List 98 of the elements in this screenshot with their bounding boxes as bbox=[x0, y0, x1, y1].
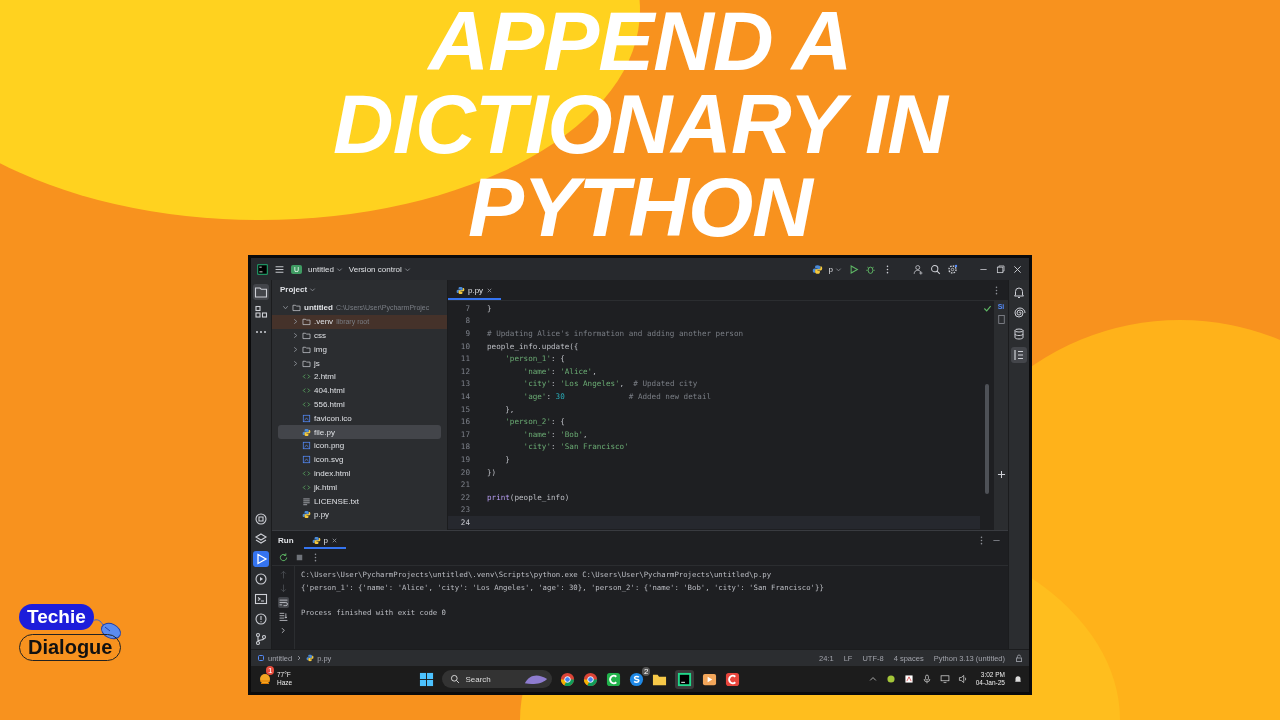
taskbar-search[interactable]: Search bbox=[442, 670, 553, 688]
scrollbar-thumb[interactable] bbox=[985, 384, 989, 494]
spiral-icon[interactable] bbox=[1011, 305, 1027, 321]
code-file-icon bbox=[302, 399, 311, 409]
add-user-icon[interactable] bbox=[913, 263, 924, 275]
run-tab[interactable]: p bbox=[303, 531, 346, 549]
tree-item[interactable]: 556.html bbox=[272, 397, 447, 412]
branch-icon[interactable] bbox=[253, 631, 269, 647]
chevron-up-icon[interactable] bbox=[867, 674, 878, 684]
notification-icon[interactable] bbox=[1013, 674, 1023, 684]
code-file-icon bbox=[302, 386, 311, 396]
app-icon[interactable] bbox=[606, 671, 622, 687]
tree-item[interactable]: icon.svg bbox=[272, 452, 447, 467]
app-logo-icon bbox=[257, 263, 268, 275]
lock-icon[interactable] bbox=[1015, 654, 1023, 662]
python-file-icon bbox=[311, 535, 321, 545]
microphone-icon[interactable] bbox=[921, 674, 932, 684]
close-icon[interactable] bbox=[486, 286, 494, 294]
python-console-icon[interactable] bbox=[253, 511, 269, 527]
image-file-icon bbox=[302, 455, 311, 465]
tray-app-icon[interactable] bbox=[885, 674, 896, 684]
python-file-icon bbox=[302, 510, 311, 520]
tree-item[interactable]: js bbox=[272, 356, 447, 370]
tree-item[interactable]: favicon.ico bbox=[272, 411, 447, 426]
database-icon[interactable] bbox=[1011, 326, 1027, 342]
ide-app-icon[interactable] bbox=[675, 669, 695, 689]
play-icon[interactable] bbox=[848, 263, 859, 275]
browser-icon[interactable] bbox=[583, 671, 599, 687]
logo-pill: Techie bbox=[19, 604, 94, 630]
tree-item[interactable]: css bbox=[272, 328, 447, 343]
video-player-icon[interactable] bbox=[702, 671, 718, 687]
close-icon[interactable] bbox=[331, 536, 338, 544]
computer-mouse-icon bbox=[91, 618, 122, 640]
bell-icon[interactable] bbox=[1011, 284, 1027, 300]
caret-icon bbox=[403, 265, 411, 273]
folder-icon[interactable] bbox=[253, 284, 269, 300]
panel-title[interactable]: Project bbox=[272, 284, 325, 301]
image-file-icon bbox=[302, 441, 311, 451]
tree-item[interactable]: LICENSE.txt bbox=[272, 494, 447, 508]
editor-tab[interactable]: p.py bbox=[448, 280, 502, 300]
terminal-icon[interactable] bbox=[253, 591, 269, 607]
tree-item[interactable]: jk.html bbox=[272, 480, 447, 495]
text-file-icon bbox=[302, 496, 311, 506]
wrap-icon[interactable] bbox=[277, 597, 289, 608]
speaker-icon[interactable] bbox=[957, 674, 968, 684]
panel-title: Run bbox=[278, 535, 294, 545]
run-config-dropdown[interactable]: p bbox=[828, 264, 842, 274]
app-icon[interactable] bbox=[725, 671, 741, 687]
image-file-icon bbox=[302, 413, 311, 423]
tree-item[interactable]: 2.html bbox=[272, 370, 447, 384]
headline: APPEND A bbox=[428, 0, 852, 83]
code-file-icon bbox=[302, 468, 311, 478]
tree-item[interactable]: p.py bbox=[272, 507, 447, 522]
notification-badge: 2 bbox=[642, 666, 651, 676]
plus-icon[interactable] bbox=[995, 469, 1007, 480]
tree-item[interactable]: index.html bbox=[272, 466, 447, 481]
caret-icon bbox=[309, 286, 317, 293]
python-file-icon bbox=[302, 427, 311, 437]
tree-item[interactable]: 404.html bbox=[272, 383, 447, 398]
module-icon bbox=[257, 654, 265, 662]
settings-icon[interactable] bbox=[947, 263, 958, 275]
caret-icon bbox=[335, 265, 343, 273]
python-file-icon bbox=[306, 654, 315, 662]
search-icon[interactable] bbox=[930, 263, 941, 275]
tree-item[interactable]: icon.png bbox=[272, 438, 447, 453]
document-icon[interactable] bbox=[995, 314, 1007, 325]
notification-badge: 1 bbox=[266, 666, 275, 675]
sun-haze-icon[interactable] bbox=[257, 671, 273, 687]
scroll-end-icon[interactable] bbox=[277, 611, 289, 622]
python-icon bbox=[811, 263, 823, 275]
windows-start-icon[interactable] bbox=[419, 671, 435, 687]
menu-icon[interactable] bbox=[274, 263, 285, 275]
project-dropdown[interactable]: untitled bbox=[308, 264, 343, 274]
headline: DICTIONARY IN bbox=[333, 83, 947, 166]
caret-icon bbox=[835, 265, 842, 273]
play-icon[interactable] bbox=[253, 551, 269, 567]
tree-item[interactable]: img bbox=[272, 342, 447, 357]
search-icon bbox=[450, 674, 461, 684]
browser-icon[interactable] bbox=[560, 671, 576, 687]
tree-item[interactable]: file.py bbox=[278, 425, 441, 439]
shapes-icon[interactable] bbox=[253, 304, 269, 320]
python-file-icon bbox=[456, 285, 465, 295]
close-icon[interactable] bbox=[1012, 263, 1023, 275]
warning-icon[interactable] bbox=[253, 611, 269, 627]
check-icon bbox=[981, 303, 993, 314]
code-file-icon bbox=[302, 372, 311, 382]
services-icon[interactable] bbox=[253, 571, 269, 587]
rerun-icon[interactable] bbox=[278, 551, 289, 563]
list-icon[interactable] bbox=[1011, 347, 1027, 363]
code-file-icon bbox=[302, 482, 311, 492]
pdf-icon[interactable] bbox=[903, 674, 914, 684]
landscape-icon bbox=[524, 673, 549, 685]
restore-icon[interactable] bbox=[995, 263, 1006, 275]
bug-icon[interactable] bbox=[865, 263, 876, 275]
headline: PYTHON bbox=[468, 166, 812, 249]
chat-app-icon[interactable] bbox=[629, 671, 645, 687]
monitor-icon[interactable] bbox=[939, 674, 950, 684]
vcs-dropdown[interactable]: Version control bbox=[348, 264, 411, 274]
